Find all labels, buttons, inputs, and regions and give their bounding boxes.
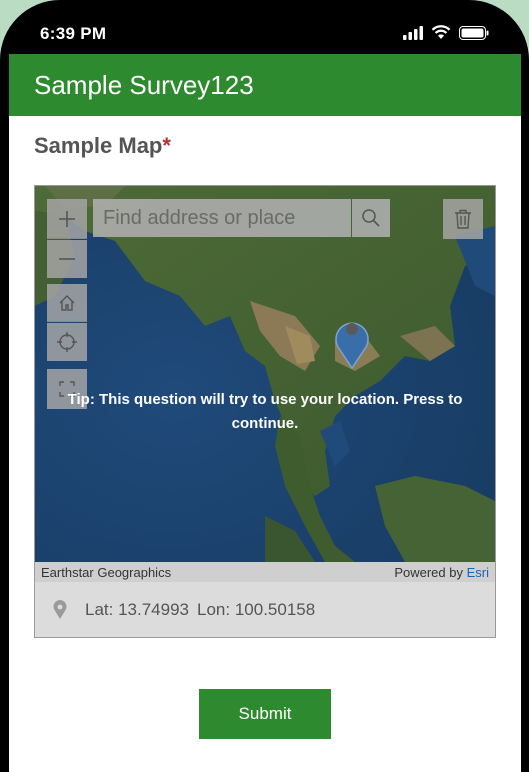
satellite-map[interactable]	[35, 186, 495, 562]
map-widget[interactable]: Find address or place Tip: This question…	[34, 185, 496, 638]
attribution-text: Earthstar Geographics	[41, 564, 172, 580]
lat-value: 13.74993	[118, 600, 189, 619]
plus-icon	[59, 210, 75, 227]
map-attribution: Earthstar Geographics Powered by Esri	[35, 562, 495, 582]
trash-icon	[455, 209, 471, 229]
status-time: 6:39 PM	[40, 24, 107, 43]
minus-icon	[59, 258, 75, 260]
wifi-icon	[431, 25, 451, 39]
zoom-out-button[interactable]	[47, 240, 87, 278]
home-button[interactable]	[47, 284, 87, 322]
powered-by: Powered by Esri	[394, 565, 489, 580]
location-pin-icon	[335, 322, 369, 369]
battery-icon	[459, 25, 489, 40]
map-marker-icon	[53, 600, 67, 620]
cellular-signal-icon	[403, 25, 423, 40]
lat-label: Lat:	[85, 600, 114, 619]
required-marker: *	[162, 133, 171, 158]
question-label-text: Sample Map	[34, 133, 163, 158]
submit-button[interactable]: Submit	[199, 689, 331, 739]
delete-button[interactable]	[443, 199, 483, 239]
map-search-input[interactable]: Find address or place	[93, 199, 351, 237]
app-title: Sample Survey123	[34, 69, 254, 100]
map-search-button[interactable]	[352, 199, 390, 237]
esri-link[interactable]: Esri	[467, 565, 489, 580]
lon-label: Lon:	[197, 600, 231, 619]
lon-value: 100.50158	[234, 600, 316, 619]
location-tip[interactable]: Tip: This question will try to use your …	[35, 388, 495, 436]
status-bar: 6:39 PM	[0, 0, 529, 54]
crosshair-icon	[57, 332, 77, 352]
status-icons	[403, 25, 489, 40]
home-icon	[59, 294, 75, 311]
powered-by-label: Powered by	[394, 564, 463, 580]
app-header: Sample Survey123	[9, 54, 521, 116]
search-icon	[362, 209, 380, 227]
app-screen: Sample Survey123 Sample Map* Find addres…	[9, 54, 521, 772]
question-label: Sample Map*	[34, 133, 171, 159]
locate-button[interactable]	[47, 323, 87, 361]
coordinates-bar: Lat: 13.74993 Lon: 100.50158	[35, 582, 495, 637]
zoom-in-button[interactable]	[47, 199, 87, 239]
